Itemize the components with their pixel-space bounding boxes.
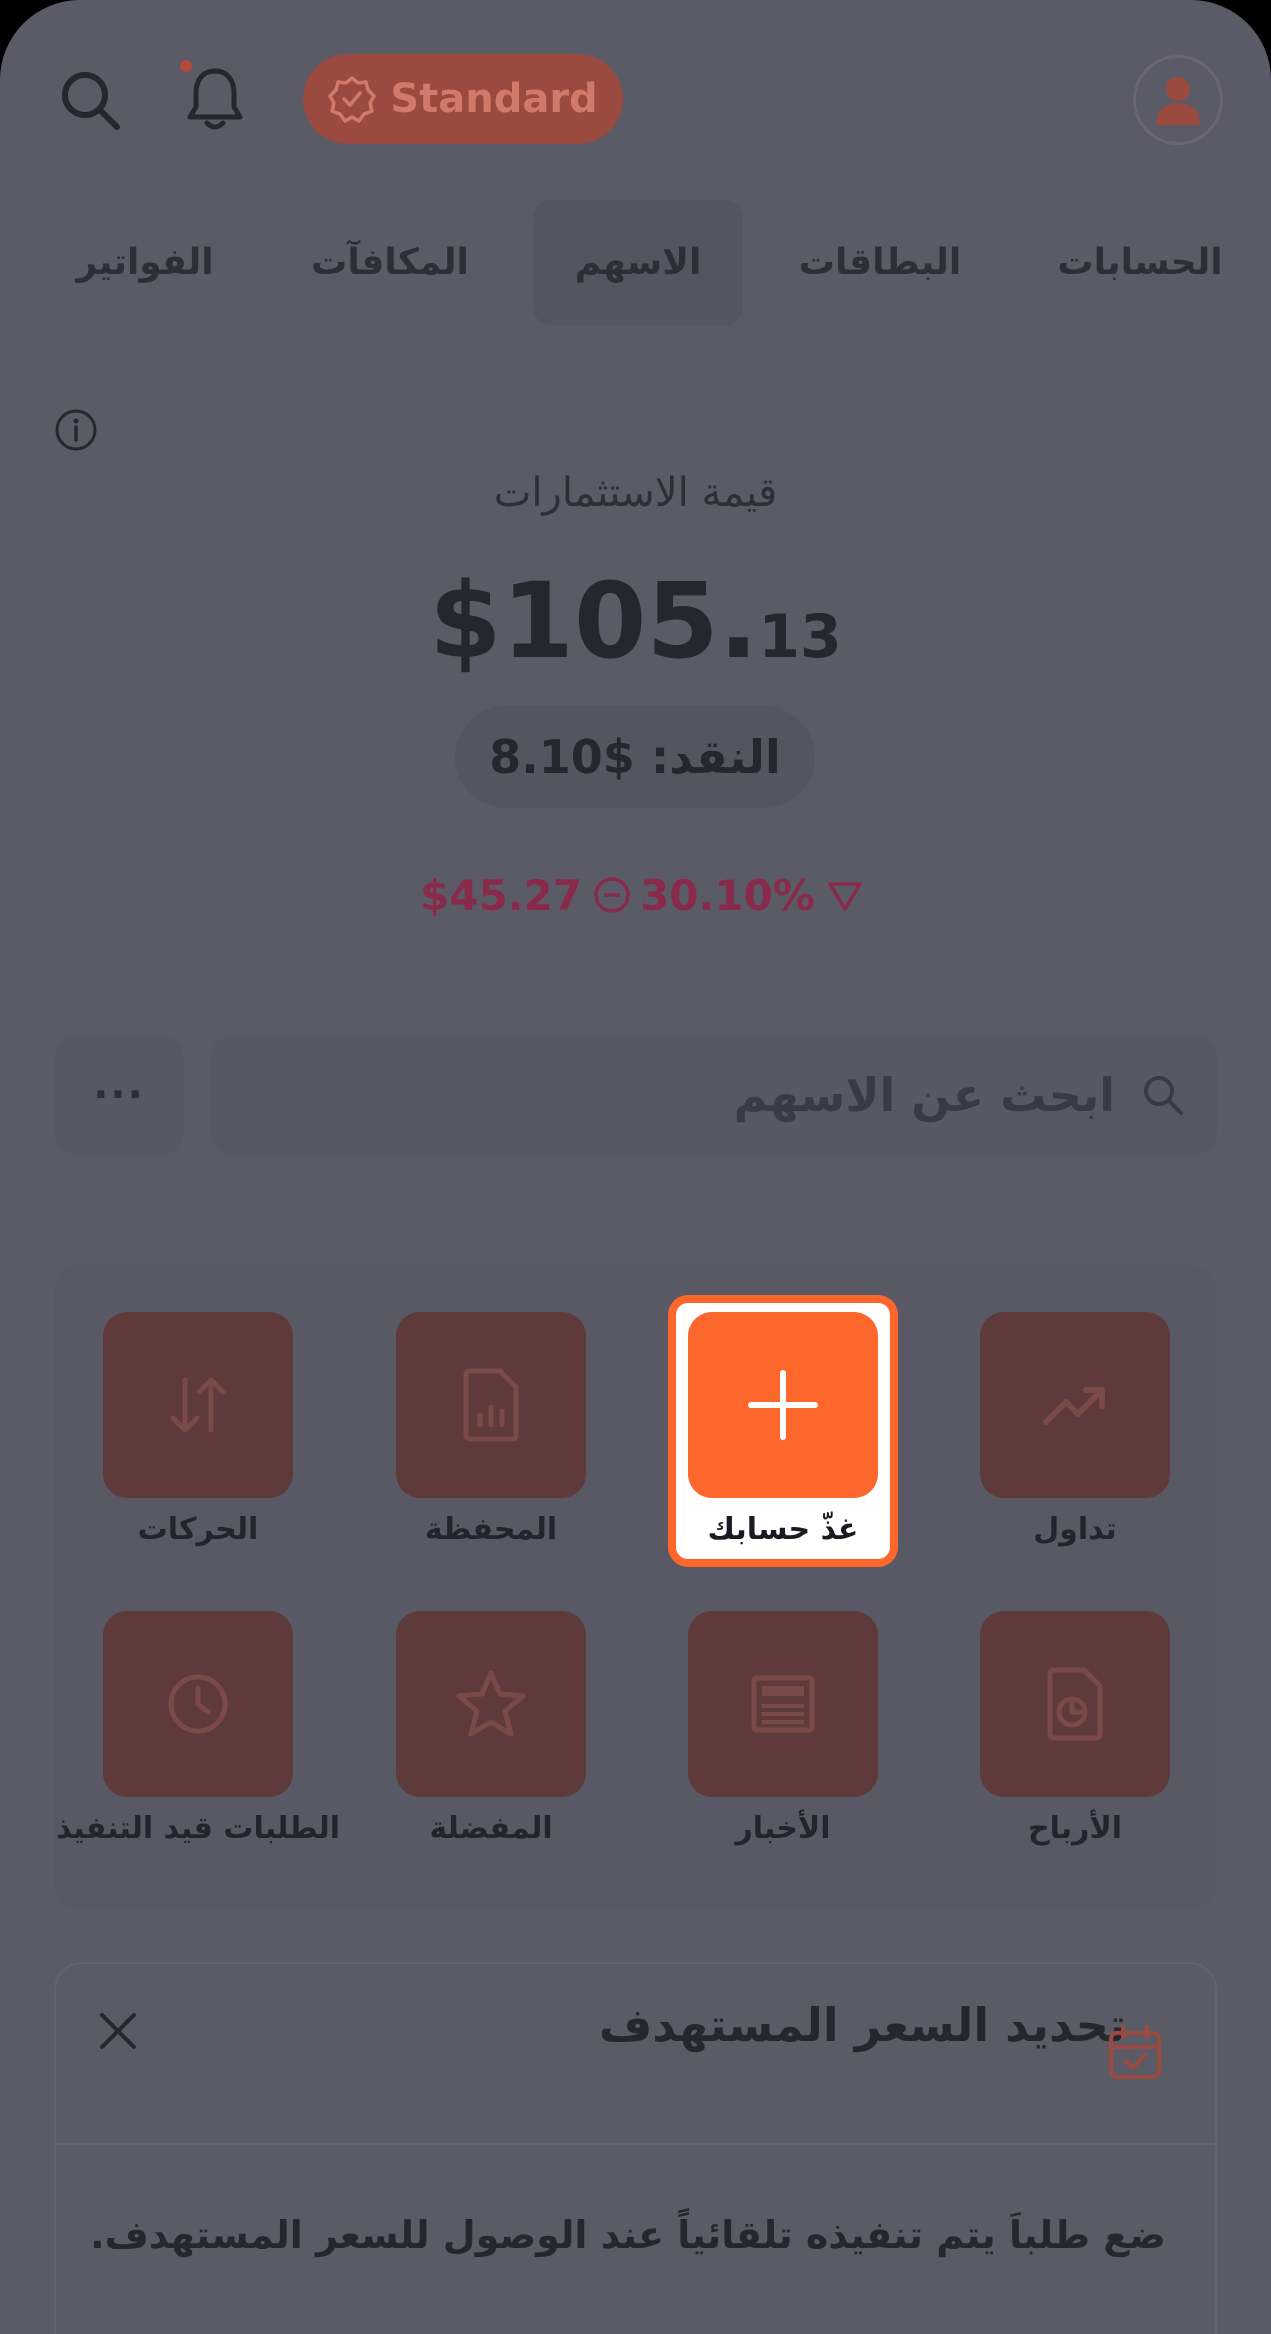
action-tile xyxy=(980,1611,1170,1797)
action-transactions[interactable]: الحركات xyxy=(103,1312,293,1562)
action-label: تداول xyxy=(1033,1512,1117,1547)
investments-value-whole: $105. xyxy=(429,560,759,682)
change-percent-value: 30.10% xyxy=(640,870,815,920)
info-icon[interactable] xyxy=(54,408,98,452)
action-tile xyxy=(980,1312,1170,1498)
search-icon xyxy=(1144,1076,1183,1115)
tab-label: البطاقات xyxy=(798,242,962,283)
action-news[interactable]: الأخبار xyxy=(688,1611,878,1861)
more-options-button[interactable]: ··· xyxy=(54,1035,184,1155)
change-amount-value: $45.27 xyxy=(420,870,583,920)
tab-bills[interactable]: الفواتير xyxy=(70,200,220,325)
tab-label: الفواتير xyxy=(76,242,214,283)
dividend-file-icon xyxy=(1047,1667,1103,1741)
clock-icon xyxy=(168,1674,228,1734)
close-icon xyxy=(100,2013,136,2049)
stock-search-placeholder: ابحث عن الاسهم xyxy=(733,1068,1115,1122)
triangle-down-icon xyxy=(828,882,862,911)
divider xyxy=(56,2143,1215,2145)
action-label: الأرباح xyxy=(1027,1811,1123,1846)
action-tile xyxy=(688,1611,878,1797)
target-price-title: تحديد السعر المستهدف xyxy=(598,1998,1126,2052)
tab-label: المكافآت xyxy=(311,242,469,283)
search-button[interactable] xyxy=(45,55,135,145)
investments-value: $105.13 xyxy=(0,560,1271,682)
change-amount: $45.27 xyxy=(420,865,632,925)
action-label: المحفظة xyxy=(424,1512,558,1547)
plus-icon xyxy=(748,1370,818,1440)
stock-search-input[interactable]: ابحث عن الاسهم xyxy=(210,1035,1217,1155)
action-tile xyxy=(688,1312,878,1498)
plan-badge[interactable]: Standard xyxy=(303,54,623,144)
tab-stocks[interactable]: الاسهم xyxy=(533,200,743,325)
action-tile xyxy=(396,1312,586,1498)
investments-label: قيمة الاستثمارات xyxy=(493,470,778,516)
action-portfolio[interactable]: المحفظة xyxy=(396,1312,586,1562)
action-tile xyxy=(103,1611,293,1797)
calendar-check-icon xyxy=(1109,2025,1161,2079)
tab-cards[interactable]: البطاقات xyxy=(795,200,965,325)
action-dividends[interactable]: الأرباح xyxy=(980,1611,1170,1861)
action-tile xyxy=(396,1611,586,1797)
action-trade[interactable]: تداول xyxy=(980,1312,1170,1562)
profile-avatar-button[interactable] xyxy=(1133,55,1223,145)
swap-vertical-icon xyxy=(170,1377,226,1433)
target-price-description: ضع طلباَ يتم تنفيذه تلقائياً عند الوصول … xyxy=(90,2213,1166,2257)
action-pending-orders[interactable]: الطلبات قيد التنفيذ xyxy=(56,1611,340,1861)
action-label: غذّ حسابك xyxy=(707,1512,859,1547)
close-target-card-button[interactable] xyxy=(90,2003,146,2059)
action-label: الطلبات قيد التنفيذ xyxy=(56,1811,340,1846)
tab-rewards[interactable]: المكافآت xyxy=(305,200,475,325)
badge-check-icon xyxy=(328,76,377,123)
star-icon xyxy=(456,1670,526,1737)
main-tabs: الحسابات البطاقات الاسهم المكافآت الفوات… xyxy=(0,200,1271,325)
action-label: الأخبار xyxy=(735,1811,831,1846)
plan-label: Standard xyxy=(390,76,598,122)
newspaper-icon xyxy=(751,1675,815,1733)
user-icon xyxy=(1156,77,1200,125)
action-label: المفضلة xyxy=(429,1811,553,1846)
tab-label: الاسهم xyxy=(574,242,702,283)
notification-dot xyxy=(180,60,192,72)
report-file-icon xyxy=(463,1368,519,1442)
tab-accounts[interactable]: الحسابات xyxy=(1040,200,1240,325)
trending-up-icon xyxy=(1043,1387,1105,1425)
tab-label: الحسابات xyxy=(1057,242,1223,283)
change-row: $45.27 30.10% xyxy=(0,865,1271,925)
minus-circle-icon xyxy=(594,877,630,913)
app-screen: Standard الحسابات البطاقات الاسهم المكاف… xyxy=(0,0,1271,2334)
top-bar: Standard xyxy=(0,0,1271,200)
action-label: الحركات xyxy=(137,1512,259,1547)
investments-value-cents: 13 xyxy=(758,602,842,672)
bell-icon xyxy=(187,68,243,130)
cash-balance-pill[interactable]: النقد: $8.10 xyxy=(455,706,815,808)
search-icon xyxy=(62,72,120,130)
change-percent: 30.10% xyxy=(640,865,865,925)
action-tile xyxy=(103,1312,293,1498)
action-favorites[interactable]: المفضلة xyxy=(396,1611,586,1861)
more-options-label: ··· xyxy=(93,1072,145,1118)
action-fund-account[interactable]: غذّ حسابك xyxy=(688,1312,878,1562)
cash-balance-label: النقد: $8.10 xyxy=(489,730,781,784)
